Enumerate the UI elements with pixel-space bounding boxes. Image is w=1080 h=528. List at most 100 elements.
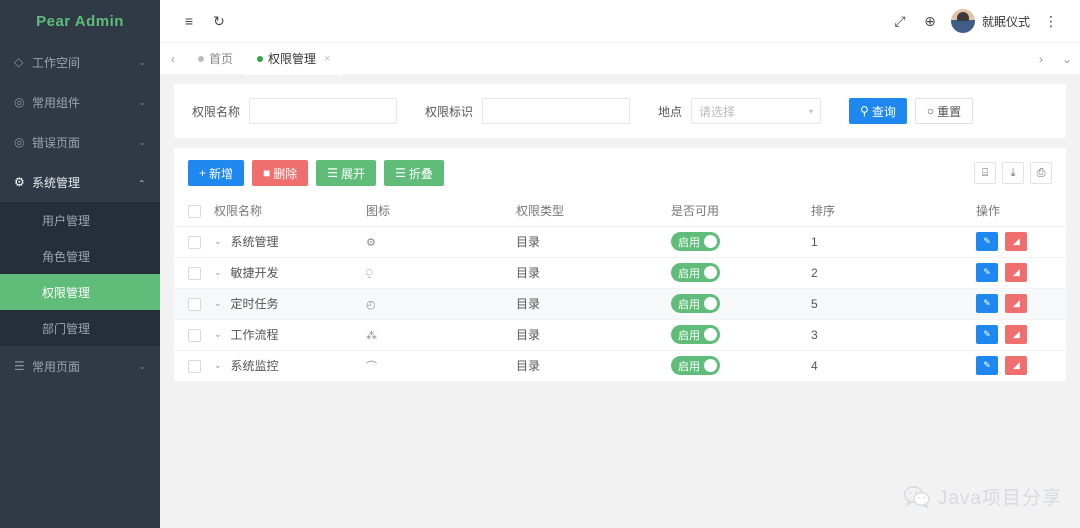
select-all-checkbox[interactable] (188, 204, 201, 218)
language-icon[interactable]: ⊕ (915, 6, 945, 36)
dashboard-icon: ⌒ (366, 360, 377, 373)
watermark-text: Java项目分享 (937, 488, 1062, 509)
sidebar-subitem-label: 用户管理 (42, 213, 91, 228)
permission-name-input[interactable] (249, 98, 398, 124)
status-toggle[interactable]: 启用 (671, 356, 720, 375)
trash-icon: ■ (263, 166, 271, 180)
tab-dropdown-icon[interactable]: ⌄ (1054, 43, 1080, 75)
table-row[interactable]: ⌄ 定时任务 ◴ 目录 启用 5 ✎ ◢ (174, 288, 1066, 320)
sidebar-item-permission-management[interactable]: 权限管理 (0, 274, 160, 310)
fullscreen-icon[interactable]: ⤢ (885, 6, 915, 36)
app-logo: Pear Admin (36, 12, 124, 30)
delete-button-label: 删除 (273, 166, 298, 181)
edit-button[interactable]: ✎ (976, 325, 998, 344)
row-checkbox[interactable] (188, 359, 201, 373)
sidebar-item-role-management[interactable]: 角色管理 (0, 238, 160, 274)
sidebar-item-workspace[interactable]: ◇ 工作空间 ⌄ (0, 42, 160, 82)
tab-permission-management[interactable]: 权限管理 × (245, 42, 343, 75)
reset-button-label: 重置 (937, 104, 962, 119)
print-icon[interactable]: ⎙ (1030, 162, 1052, 184)
clock-icon: ◴ (366, 298, 376, 311)
row-checkbox[interactable] (188, 328, 201, 342)
permission-name: 系统监控 (230, 359, 279, 373)
sidebar-subitem-label: 部门管理 (42, 321, 91, 336)
place-label: 地点 (658, 104, 683, 119)
permission-name: 敏捷开发 (230, 266, 279, 280)
add-button[interactable]: + 新增 (188, 160, 245, 186)
status-toggle[interactable]: 启用 (671, 263, 720, 282)
chevron-down-icon[interactable]: ⌄ (214, 360, 222, 371)
tab-next-icon[interactable]: › (1028, 43, 1054, 75)
query-button-label: 查询 (871, 104, 896, 119)
delete-row-button[interactable]: ◢ (1005, 294, 1028, 313)
status-label: 启用 (678, 236, 700, 249)
permission-code-label: 权限标识 (425, 104, 474, 119)
user-menu[interactable]: 就眠仪式 (950, 9, 1030, 33)
query-button[interactable]: ⚲ 查询 (849, 98, 907, 124)
edit-button[interactable]: ✎ (976, 263, 998, 282)
row-checkbox[interactable] (188, 297, 201, 311)
sidebar-item-label: 错误页面 (32, 135, 81, 150)
menu-collapse-icon[interactable]: ≡ (174, 6, 204, 36)
chevron-down-icon[interactable]: ⌄ (214, 329, 222, 340)
row-name-cell: ⌄ 系统监控 (208, 350, 360, 382)
row-icon-cell: ⍜ (360, 257, 510, 289)
reset-icon: ○ (926, 104, 935, 118)
table-row[interactable]: ⌄ 工作流程 ⁂ 目录 启用 3 ✎ ◢ (174, 319, 1066, 351)
permission-code-input[interactable] (482, 98, 631, 124)
chevron-down-icon[interactable]: ⌄ (214, 236, 222, 247)
column-filter-icon[interactable]: ⌸ (974, 162, 996, 184)
sidebar-item-error-pages[interactable]: ◎ 错误页面 ⌄ (0, 122, 160, 162)
username-label: 就眠仪式 (981, 14, 1030, 29)
chevron-down-icon[interactable]: ⌄ (214, 298, 222, 309)
sidebar-item-label: 常用组件 (32, 95, 81, 110)
refresh-icon[interactable]: ↻ (204, 6, 234, 36)
row-status-cell: 启用 (665, 257, 805, 289)
delete-button[interactable]: ■ 删除 (252, 160, 309, 186)
watermark: Java项目分享 (903, 483, 1062, 510)
permission-name: 系统管理 (230, 235, 279, 249)
sidebar-item-system-management[interactable]: ⚙ 系统管理 ⌄ (0, 162, 160, 202)
status-label: 启用 (678, 329, 700, 342)
place-select[interactable]: 请选择 ▾ (691, 98, 822, 124)
table-row[interactable]: ⌄ 敏捷开发 ⍜ 目录 启用 2 ✎ ◢ (174, 257, 1066, 289)
export-icon[interactable]: ⤓ (1002, 162, 1024, 184)
row-checkbox[interactable] (188, 235, 201, 249)
chevron-down-icon: ▾ (809, 106, 814, 116)
tab-prev-icon[interactable]: ‹ (160, 43, 186, 75)
permission-name-field-group: 权限名称 (192, 98, 398, 124)
edit-button[interactable]: ✎ (976, 232, 998, 251)
collapse-button[interactable]: ☰ 折叠 (384, 160, 444, 186)
collapse-button-label: 折叠 (408, 166, 433, 181)
close-icon[interactable]: × (324, 53, 330, 65)
sidebar-item-department-management[interactable]: 部门管理 (0, 310, 160, 346)
toggle-knob (704, 328, 717, 341)
sidebar-item-label: 系统管理 (32, 175, 81, 190)
table-tool-icons: ⌸ ⤓ ⎙ (974, 162, 1052, 184)
place-select-value: 请选择 (699, 104, 736, 119)
row-icon-cell: ⁂ (360, 319, 510, 351)
delete-row-button[interactable]: ◢ (1005, 356, 1028, 375)
status-toggle[interactable]: 启用 (671, 325, 720, 344)
reset-button[interactable]: ○ 重置 (914, 98, 974, 124)
sidebar-item-common-pages[interactable]: ☰ 常用页面 ⌄ (0, 346, 160, 386)
status-toggle[interactable]: 启用 (671, 232, 720, 251)
chevron-down-icon[interactable]: ⌄ (214, 267, 222, 278)
sidebar-item-components[interactable]: ◎ 常用组件 ⌄ (0, 82, 160, 122)
delete-row-button[interactable]: ◢ (1005, 263, 1028, 282)
table-row[interactable]: ⌄ 系统管理 ⚙ 目录 启用 1 ✎ ◢ (174, 226, 1066, 258)
permission-name: 工作流程 (230, 328, 279, 342)
expand-button[interactable]: ☰ 展开 (316, 160, 377, 186)
more-options-icon[interactable]: ⋮ (1036, 6, 1066, 36)
toggle-knob (704, 359, 717, 372)
tab-home[interactable]: 首页 (186, 43, 245, 75)
delete-row-button[interactable]: ◢ (1005, 325, 1028, 344)
edit-button[interactable]: ✎ (976, 294, 998, 313)
status-toggle[interactable]: 启用 (671, 294, 720, 313)
table-row[interactable]: ⌄ 系统监控 ⌒ 目录 启用 4 ✎ ◢ (174, 350, 1066, 382)
edit-button[interactable]: ✎ (976, 356, 998, 375)
delete-row-button[interactable]: ◢ (1005, 232, 1028, 251)
row-checkbox[interactable] (188, 266, 201, 280)
row-icon-cell: ◴ (360, 288, 510, 320)
sidebar-item-user-management[interactable]: 用户管理 (0, 202, 160, 238)
